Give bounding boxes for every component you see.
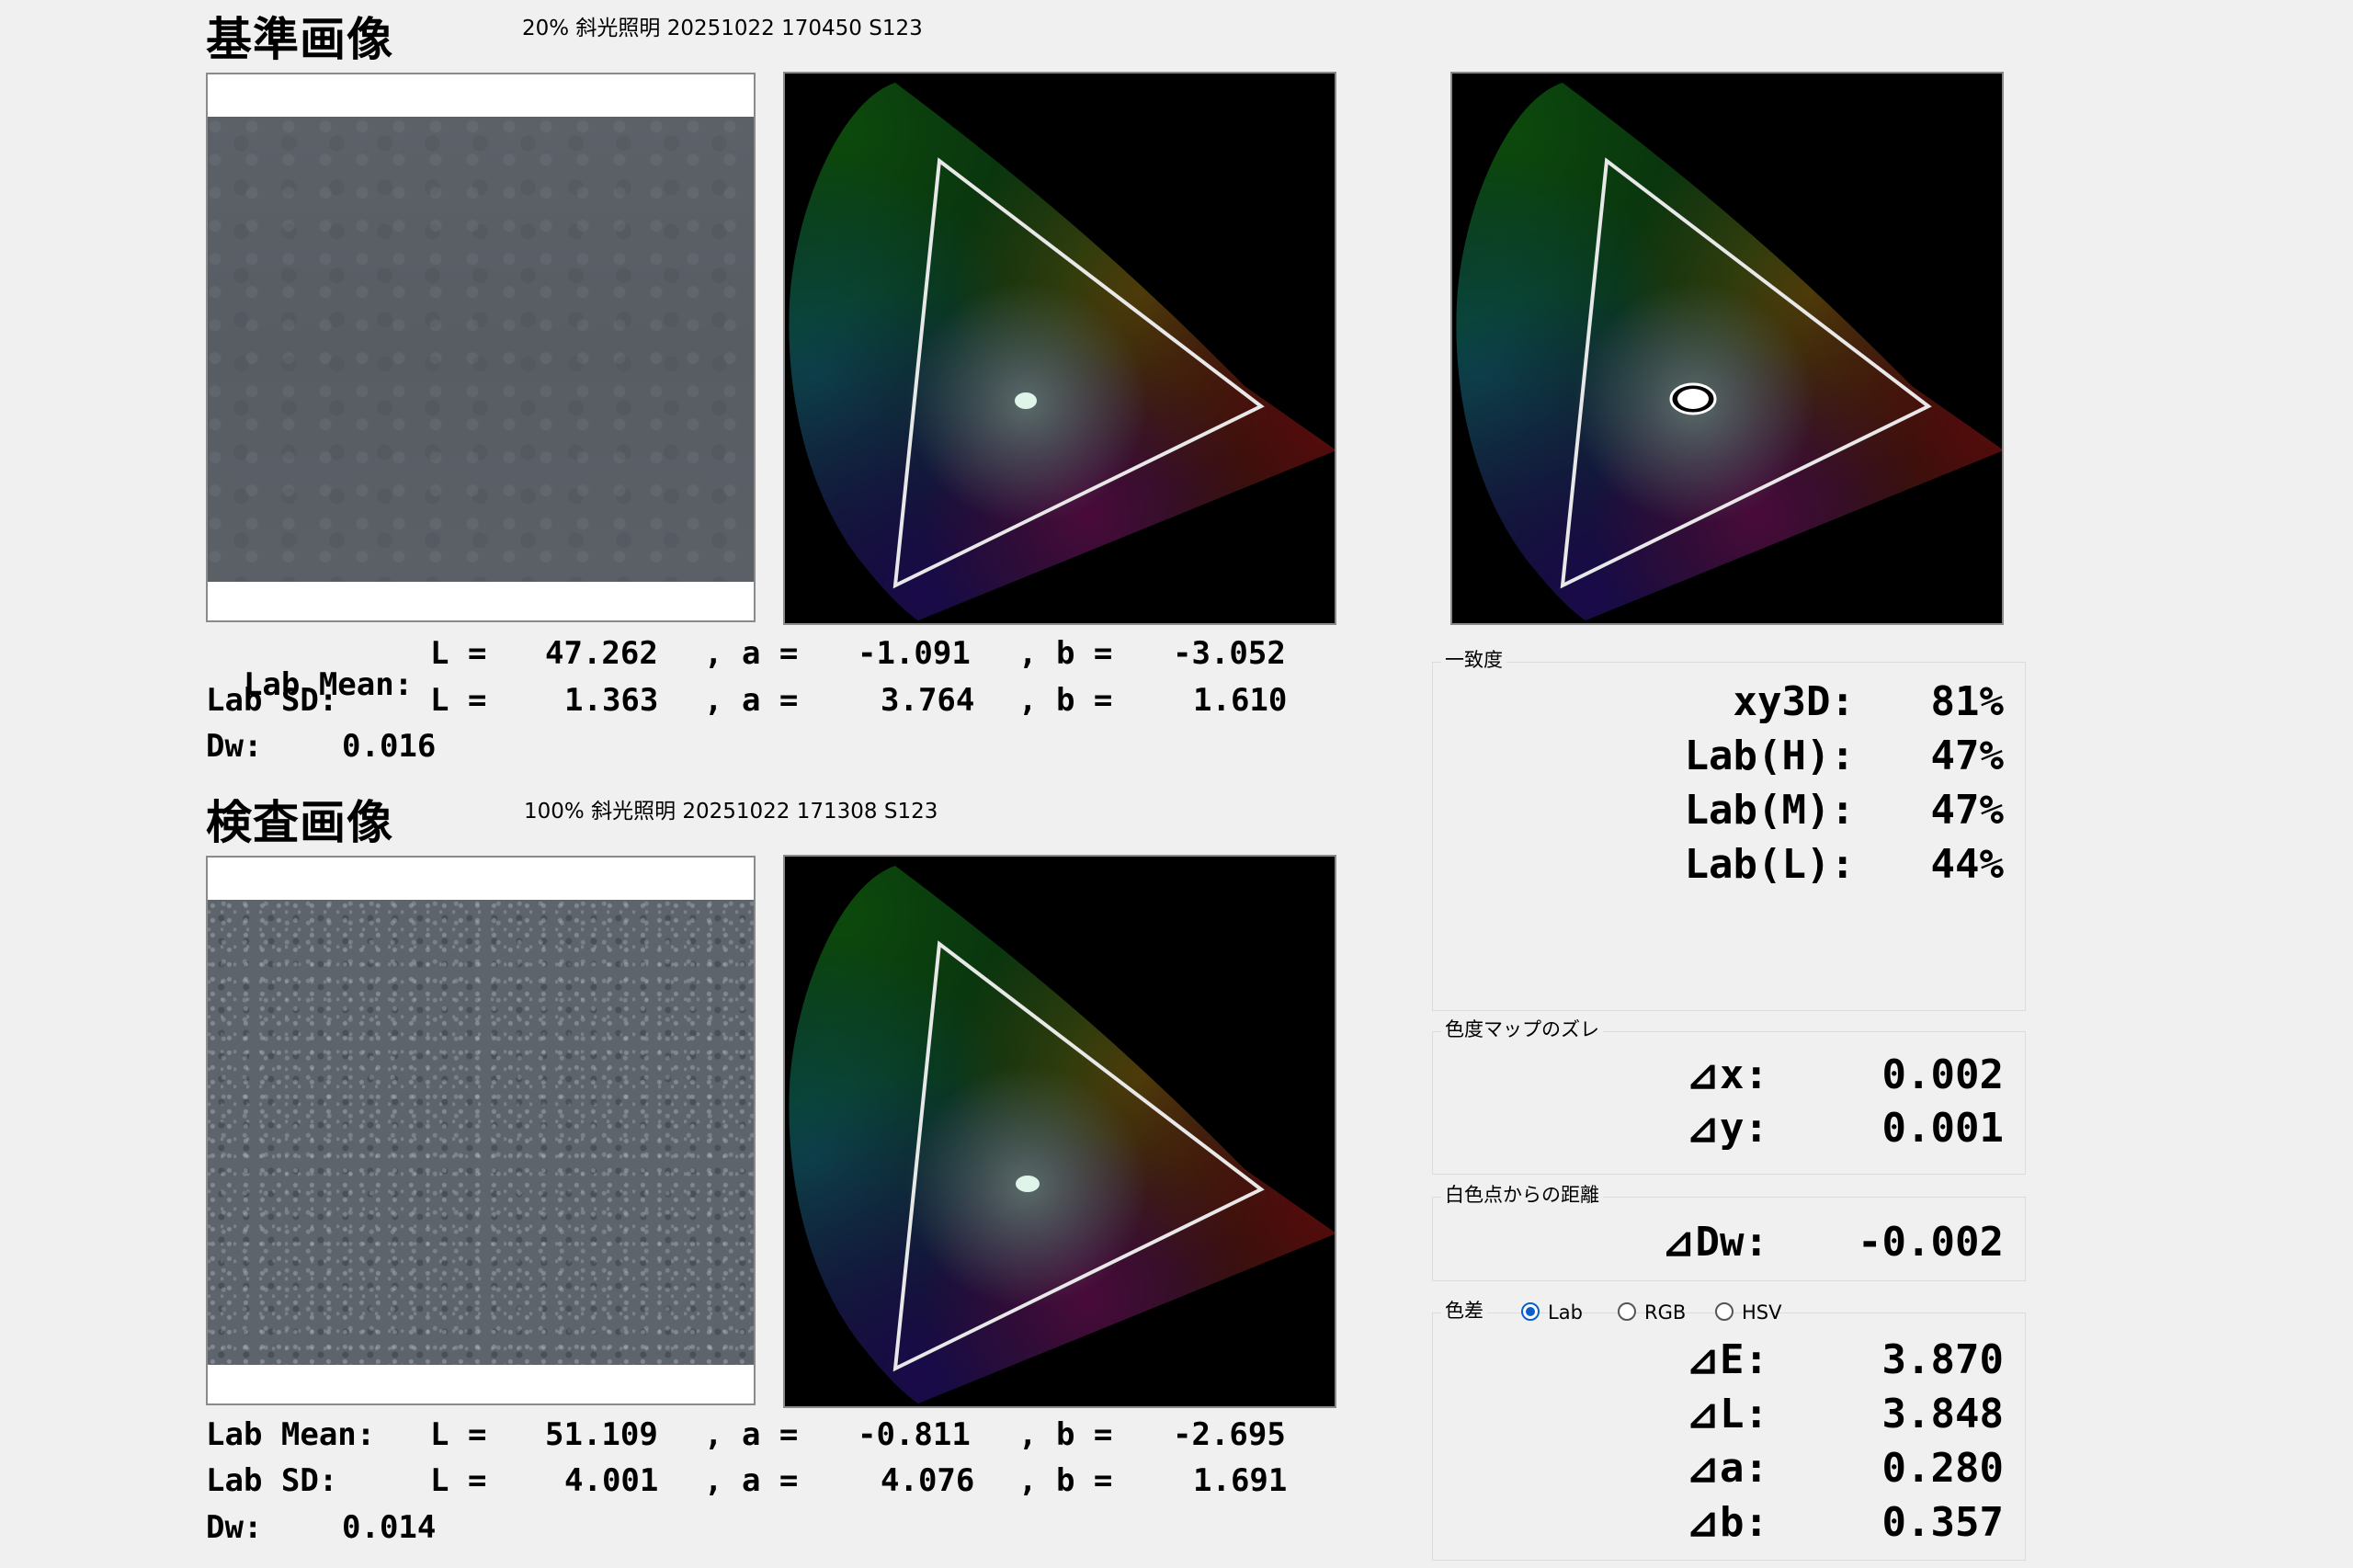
reference-dw-value: 0.016 bbox=[342, 728, 437, 765]
comparison-chromaticity-diagram bbox=[1450, 72, 2004, 625]
test-lab-mean-b: -2.695 bbox=[1173, 1416, 1286, 1453]
test-image bbox=[206, 856, 756, 1405]
test-lab-mean-l: 51.109 bbox=[545, 1416, 658, 1453]
shift-value-0: 0.002 bbox=[1881, 1051, 2004, 1098]
color-point bbox=[1015, 392, 1037, 409]
color-difference-group-label: 色差 bbox=[1441, 1301, 1487, 1321]
match-label-3: Lab(L): bbox=[1684, 841, 1855, 888]
white-dist-label-0: ⊿Dw: bbox=[1661, 1219, 1768, 1266]
reference-lab-mean-l-label: L = bbox=[430, 635, 487, 672]
reference-chromaticity-diagram bbox=[783, 72, 1336, 625]
match-value-3: 44% bbox=[1930, 841, 2004, 888]
reference-lab-sd-label: Lab SD: bbox=[206, 682, 338, 719]
reference-lab-sd-a-label: , a = bbox=[704, 682, 799, 719]
overlap-core bbox=[1677, 389, 1709, 409]
test-lab-sd-b: 1.691 bbox=[1193, 1462, 1288, 1499]
reference-swatch bbox=[208, 117, 754, 582]
radio-rgb-label[interactable]: RGB bbox=[1644, 1303, 1686, 1323]
test-title: 検査画像 bbox=[206, 796, 393, 849]
reference-lab-mean-a-label: , a = bbox=[704, 635, 799, 672]
radio-hsv-label[interactable]: HSV bbox=[1742, 1303, 1782, 1323]
color-diff-value-1: 3.848 bbox=[1881, 1391, 2004, 1437]
reference-image bbox=[206, 73, 756, 622]
shift-label-0: ⊿x: bbox=[1686, 1051, 1768, 1098]
test-chromaticity-diagram bbox=[783, 855, 1336, 1408]
shift-value-1: 0.001 bbox=[1881, 1105, 2004, 1152]
match-value-1: 47% bbox=[1930, 733, 2004, 779]
test-dw-label: Dw: bbox=[206, 1509, 263, 1546]
test-lab-mean-a: -0.811 bbox=[858, 1416, 971, 1453]
reference-lab-sd-l-label: L = bbox=[430, 682, 487, 719]
test-lab-mean-a-label: , a = bbox=[704, 1416, 799, 1453]
radio-lab[interactable] bbox=[1521, 1302, 1540, 1321]
white-dist-value-0: -0.002 bbox=[1858, 1219, 2004, 1266]
radio-rgb[interactable] bbox=[1618, 1302, 1636, 1321]
color-diff-label-3: ⊿b: bbox=[1686, 1499, 1768, 1546]
test-lab-mean-l-label: L = bbox=[430, 1416, 487, 1453]
test-lab-sd-a: 4.076 bbox=[881, 1462, 975, 1499]
reference-lab-sd-l: 1.363 bbox=[564, 682, 659, 719]
match-value-0: 81% bbox=[1930, 678, 2004, 725]
color-diff-value-3: 0.357 bbox=[1881, 1499, 2004, 1546]
match-label-1: Lab(H): bbox=[1684, 733, 1855, 779]
radio-hsv[interactable] bbox=[1715, 1302, 1733, 1321]
white-distance-group-label: 白色点からの距離 bbox=[1441, 1186, 1603, 1205]
reference-lab-sd-b-label: , b = bbox=[1018, 682, 1113, 719]
match-value-2: 47% bbox=[1930, 787, 2004, 834]
color-point bbox=[1016, 1176, 1040, 1192]
match-label-2: Lab(M): bbox=[1684, 787, 1855, 834]
color-diff-label-1: ⊿L: bbox=[1686, 1391, 1768, 1437]
test-swatch bbox=[208, 900, 754, 1365]
test-caption: 100% 斜光照明 20251022 171308 S123 bbox=[524, 800, 938, 824]
test-lab-sd-l: 4.001 bbox=[564, 1462, 659, 1499]
color-diff-label-2: ⊿a: bbox=[1686, 1445, 1768, 1492]
color-diff-label-0: ⊿E: bbox=[1686, 1336, 1768, 1383]
test-dw-value: 0.014 bbox=[342, 1509, 437, 1546]
match-group-label: 一致度 bbox=[1441, 651, 1506, 670]
test-lab-mean-label: Lab Mean: bbox=[206, 1416, 376, 1453]
test-lab-mean-b-label: , b = bbox=[1018, 1416, 1113, 1453]
test-lab-sd-l-label: L = bbox=[430, 1462, 487, 1499]
reference-title: 基準画像 bbox=[206, 13, 393, 66]
color-diff-value-2: 0.280 bbox=[1881, 1445, 2004, 1492]
match-label-0: xy3D: bbox=[1733, 678, 1855, 725]
reference-lab-mean-b-label: , b = bbox=[1018, 635, 1113, 672]
color-diff-value-0: 3.870 bbox=[1881, 1336, 2004, 1383]
reference-dw-label: Dw: bbox=[206, 728, 263, 765]
radio-lab-label[interactable]: Lab bbox=[1548, 1303, 1583, 1323]
test-lab-sd-a-label: , a = bbox=[704, 1462, 799, 1499]
reference-lab-mean-a: -1.091 bbox=[858, 635, 971, 672]
test-lab-sd-label: Lab SD: bbox=[206, 1462, 338, 1499]
reference-lab-mean-l: 47.262 bbox=[545, 635, 658, 672]
reference-lab-sd-b: 1.610 bbox=[1193, 682, 1288, 719]
reference-lab-mean-b: -3.052 bbox=[1173, 635, 1286, 672]
shift-group-label: 色度マップのズレ bbox=[1441, 1020, 1603, 1040]
reference-lab-sd-a: 3.764 bbox=[881, 682, 975, 719]
reference-caption: 20% 斜光照明 20251022 170450 S123 bbox=[522, 17, 923, 40]
test-lab-sd-b-label: , b = bbox=[1018, 1462, 1113, 1499]
shift-label-1: ⊿y: bbox=[1686, 1105, 1768, 1152]
